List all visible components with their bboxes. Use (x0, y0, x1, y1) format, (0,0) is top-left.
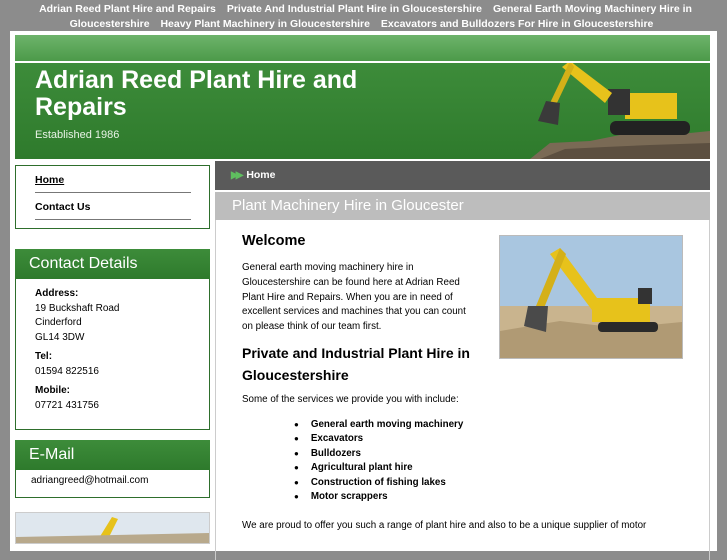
sidebar-machine-image (15, 512, 210, 544)
list-item: Agricultural plant hire (294, 461, 683, 476)
email-address[interactable]: adriangreed@hotmail.com (15, 470, 210, 498)
top-link-private-industrial[interactable]: Private And Industrial Plant Hire in Glo… (227, 3, 482, 15)
list-item: Motor scrappers (294, 490, 683, 505)
top-link-bar: Adrian Reed Plant Hire and Repairs Priva… (0, 0, 727, 34)
breadcrumb-home[interactable]: Home (246, 169, 275, 181)
breadcrumb-arrows-icon: ▶▶ (231, 170, 244, 181)
nav-contact-us-link[interactable]: Contact Us (35, 193, 191, 220)
services-list: General earth moving machinery Excavator… (294, 418, 683, 505)
closing-paragraph: We are proud to offer you such a range o… (242, 519, 647, 531)
page-container: Adrian Reed Plant Hire and Repairs Estab… (10, 31, 717, 560)
top-link-excavators[interactable]: Excavators and Bulldozers For Hire in Gl… (381, 18, 654, 30)
services-heading: Private and Industrial Plant Hire in Glo… (242, 344, 470, 383)
site-header: Adrian Reed Plant Hire and Repairs Estab… (15, 63, 710, 159)
address-line: 19 Buckshaft Road (35, 302, 120, 314)
nav-home-link[interactable]: Home (35, 166, 191, 193)
list-item: Excavators (294, 432, 683, 447)
list-item: General earth moving machinery (294, 418, 683, 433)
tel-number: 01594 822516 (35, 365, 99, 377)
contact-details: Address: 19 Buckshaft Road Cinderford GL… (15, 279, 210, 430)
mobile-number: 07721 431756 (35, 399, 99, 411)
contact-panel: Contact Details Address: 19 Buckshaft Ro… (15, 249, 210, 430)
services-intro: Some of the services we provide you with… (242, 393, 459, 405)
address-line: GL14 3DW (35, 331, 85, 343)
banner-top-strip (15, 35, 710, 61)
excavator-banner-image (530, 63, 710, 159)
email-heading: E-Mail (15, 440, 210, 470)
top-link-home[interactable]: Adrian Reed Plant Hire and Repairs (39, 3, 216, 15)
address-label: Address: (35, 288, 79, 299)
mobile-label: Mobile: (35, 385, 70, 396)
list-item: Bulldozers (294, 447, 683, 462)
tel-label: Tel: (35, 351, 53, 362)
established-text: Established 1986 (35, 129, 120, 141)
excavator-photo (499, 235, 683, 359)
page-subtitle: Plant Machinery Hire in Gloucester (215, 192, 710, 220)
contact-heading: Contact Details (15, 249, 210, 279)
top-link-heavy-plant[interactable]: Heavy Plant Machinery in Gloucestershire (160, 18, 370, 30)
main-content: Welcome General earth moving machinery h… (215, 220, 710, 560)
breadcrumb: ▶▶ Home (215, 161, 710, 190)
sidebar: Home Contact Us Contact Details Address:… (15, 165, 210, 544)
address-line: Cinderford (35, 317, 82, 328)
list-item: Construction of fishing lakes (294, 476, 683, 491)
side-nav: Home Contact Us (15, 165, 210, 229)
site-title: Adrian Reed Plant Hire and Repairs (35, 66, 358, 121)
main-area: ▶▶ Home Plant Machinery Hire in Gloucest… (215, 161, 710, 560)
intro-paragraph: General earth moving machinery hire in G… (242, 262, 466, 333)
email-panel: E-Mail adriangreed@hotmail.com (15, 440, 210, 498)
